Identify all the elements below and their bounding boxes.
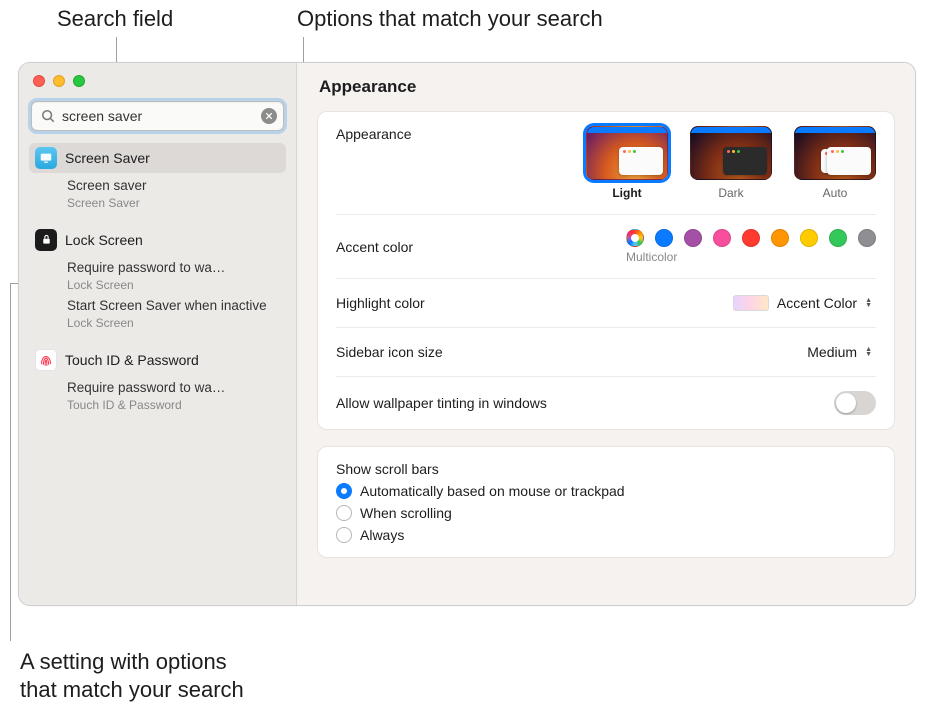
search-result-item[interactable]: Start Screen Saver when inactiveLock Scr… <box>63 295 286 333</box>
sidebar-icon-size-value: Medium <box>807 344 857 360</box>
callout-setting-options: A setting with options that match your s… <box>20 648 244 703</box>
appearance-thumb-label: Light <box>586 186 668 200</box>
scrollbars-row: Show scroll bars Automatically based on … <box>336 447 876 557</box>
accent-color-swatch[interactable] <box>771 229 789 247</box>
scrollbars-radio-option[interactable]: When scrolling <box>336 505 625 521</box>
wallpaper-tinting-toggle[interactable] <box>834 391 876 415</box>
appearance-thumb-image <box>690 126 772 180</box>
result-item-title: Screen saver <box>67 178 282 195</box>
result-item-title: Start Screen Saver when inactive <box>67 298 282 315</box>
appearance-row: Appearance Light Dark Auto <box>336 112 876 215</box>
result-item-sub: Screen Saver <box>67 196 282 210</box>
accent-color-swatches <box>626 229 876 247</box>
scrollbars-panel: Show scroll bars Automatically based on … <box>317 446 895 558</box>
appearance-thumb-label: Auto <box>794 186 876 200</box>
chevron-updown-icon: ▲▼ <box>865 347 872 357</box>
result-item-title: Require password to wa… <box>67 380 282 397</box>
search-result-item[interactable]: Require password to wa…Lock Screen <box>63 257 286 295</box>
highlight-color-select[interactable]: Accent Color ▲▼ <box>729 293 876 313</box>
sidebar-icon-size-row: Sidebar icon size Medium ▲▼ <box>336 328 876 377</box>
callout-options-match: Options that match your search <box>297 6 603 32</box>
chevron-updown-icon: ▲▼ <box>865 298 872 308</box>
search-field[interactable] <box>31 101 284 131</box>
main-content: Appearance Appearance Light Dark Auto Acce… <box>297 63 915 605</box>
accent-color-swatch[interactable] <box>829 229 847 247</box>
search-result-header[interactable]: Lock Screen <box>29 225 286 255</box>
sidebar-icon-size-select[interactable]: Medium ▲▼ <box>803 342 876 362</box>
highlight-swatch-icon <box>733 295 769 311</box>
search-result-items: Require password to wa…Touch ID & Passwo… <box>29 375 286 417</box>
radio-label: Automatically based on mouse or trackpad <box>360 483 625 499</box>
callout-search-field: Search field <box>57 6 173 32</box>
radio-label: Always <box>360 527 404 543</box>
search-result-items: Screen saverScreen Saver <box>29 173 286 215</box>
screensaver-icon <box>35 147 57 169</box>
wallpaper-tinting-label: Allow wallpaper tinting in windows <box>336 395 547 411</box>
toggle-knob <box>836 393 856 413</box>
search-results: Screen SaverScreen saverScreen SaverLock… <box>19 143 296 427</box>
accent-color-swatch[interactable] <box>713 229 731 247</box>
touchid-icon <box>35 349 57 371</box>
search-result-item[interactable]: Screen saverScreen Saver <box>63 175 286 213</box>
scrollbars-radio-option[interactable]: Automatically based on mouse or trackpad <box>336 483 625 499</box>
callout-line <box>10 283 11 641</box>
result-item-sub: Touch ID & Password <box>67 398 282 412</box>
lockscreen-icon <box>35 229 57 251</box>
search-icon <box>40 108 56 124</box>
search-result-header[interactable]: Screen Saver <box>29 143 286 173</box>
search-result-group: Touch ID & PasswordRequire password to w… <box>29 345 286 417</box>
highlight-color-value: Accent Color <box>777 295 857 311</box>
accent-color-swatch[interactable] <box>858 229 876 247</box>
accent-color-swatch[interactable] <box>684 229 702 247</box>
appearance-label: Appearance <box>336 126 412 142</box>
appearance-option-light[interactable]: Light <box>586 126 668 200</box>
appearance-thumb-image <box>586 126 668 180</box>
accent-color-label: Accent color <box>336 239 413 255</box>
scrollbars-options: Automatically based on mouse or trackpad… <box>336 483 625 543</box>
search-result-title: Screen Saver <box>65 150 150 166</box>
highlight-color-label: Highlight color <box>336 295 425 311</box>
radio-button[interactable] <box>336 483 352 499</box>
scrollbars-radio-option[interactable]: Always <box>336 527 625 543</box>
search-result-header[interactable]: Touch ID & Password <box>29 345 286 375</box>
minimize-button[interactable] <box>53 75 65 87</box>
search-result-title: Touch ID & Password <box>65 352 199 368</box>
appearance-option-auto[interactable]: Auto <box>794 126 876 200</box>
search-result-group: Lock ScreenRequire password to wa…Lock S… <box>29 225 286 335</box>
result-item-sub: Lock Screen <box>67 316 282 330</box>
search-result-item[interactable]: Require password to wa…Touch ID & Passwo… <box>63 377 286 415</box>
appearance-thumb-label: Dark <box>690 186 772 200</box>
appearance-thumbs: Light Dark Auto <box>586 126 876 200</box>
appearance-thumb-image <box>794 126 876 180</box>
radio-button[interactable] <box>336 527 352 543</box>
sidebar-icon-size-label: Sidebar icon size <box>336 344 443 360</box>
page-title: Appearance <box>297 63 915 111</box>
scrollbars-label: Show scroll bars <box>336 461 439 477</box>
accent-color-swatch[interactable] <box>800 229 818 247</box>
settings-window: Screen SaverScreen saverScreen SaverLock… <box>18 62 916 606</box>
accent-color-row: Accent color Multicolor <box>336 215 876 279</box>
accent-color-swatch[interactable] <box>742 229 760 247</box>
search-result-items: Require password to wa…Lock ScreenStart … <box>29 255 286 335</box>
close-button[interactable] <box>33 75 45 87</box>
result-item-sub: Lock Screen <box>67 278 282 292</box>
accent-color-sublabel: Multicolor <box>626 250 677 264</box>
search-input[interactable] <box>62 108 255 124</box>
highlight-color-row: Highlight color Accent Color ▲▼ <box>336 279 876 328</box>
appearance-option-dark[interactable]: Dark <box>690 126 772 200</box>
clear-search-button[interactable] <box>261 108 277 124</box>
wallpaper-tinting-row: Allow wallpaper tinting in windows <box>336 377 876 429</box>
search-result-title: Lock Screen <box>65 232 143 248</box>
zoom-button[interactable] <box>73 75 85 87</box>
accent-color-swatch[interactable] <box>626 229 644 247</box>
radio-button[interactable] <box>336 505 352 521</box>
accent-color-swatch[interactable] <box>655 229 673 247</box>
search-result-group: Screen SaverScreen saverScreen Saver <box>29 143 286 215</box>
sidebar: Screen SaverScreen saverScreen SaverLock… <box>19 63 297 605</box>
result-item-title: Require password to wa… <box>67 260 282 277</box>
window-controls <box>19 73 296 101</box>
radio-label: When scrolling <box>360 505 452 521</box>
appearance-panel: Appearance Light Dark Auto Accent color Mu… <box>317 111 895 430</box>
